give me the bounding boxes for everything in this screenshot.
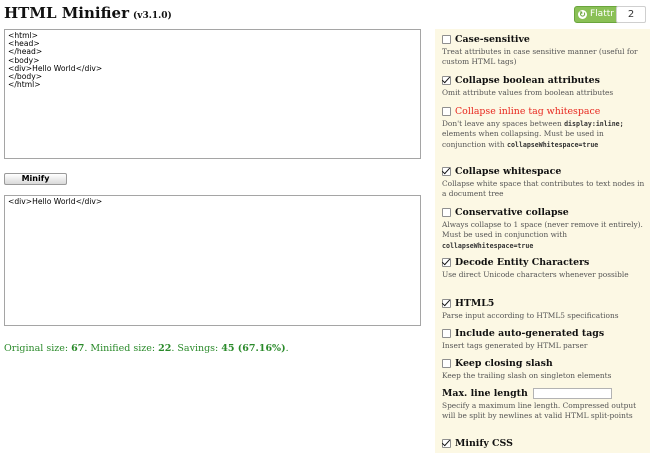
input-textarea[interactable]: <html> <head> </head> <body> <div>Hello … xyxy=(4,29,421,159)
collapse-inline-desc: Don't leave any spaces between display:i… xyxy=(442,119,647,150)
collapse-inline-desc-code-2: collapseWhitespace=true xyxy=(506,140,599,149)
max-line-length-desc: Specify a maximum line length. Compresse… xyxy=(442,401,637,421)
minified-size-value: 22 xyxy=(158,343,172,354)
version-label: (v3.1.0) xyxy=(132,11,172,21)
collapse-whitespace-checkbox[interactable] xyxy=(442,167,451,176)
case-sensitive-desc: Treat attributes in case sensitive manne… xyxy=(442,47,638,67)
option-conservative-collapse: Conservative collapse Always collapse to… xyxy=(442,206,647,251)
page-title: HTML Minifier (v3.1.0) xyxy=(4,4,172,22)
savings-value: 45 (67.16%) xyxy=(221,343,286,354)
option-case-sensitive: Case-sensitive Treat attributes in case … xyxy=(442,33,647,68)
keep-closing-slash-desc: Keep the trailing slash on singleton ele… xyxy=(442,371,612,380)
minify-css-label[interactable]: Minify CSS xyxy=(455,438,513,449)
decode-entities-label[interactable]: Decode Entity Characters xyxy=(455,257,589,268)
conservative-collapse-desc-text: Always collapse to 1 space (never remove… xyxy=(442,220,643,240)
collapse-whitespace-label[interactable]: Collapse whitespace xyxy=(455,166,561,177)
minify-css-checkbox[interactable] xyxy=(442,439,451,448)
option-minify-css: Minify CSS xyxy=(442,437,647,450)
keep-closing-slash-checkbox[interactable] xyxy=(442,359,451,368)
savings-label: . Savings: xyxy=(171,343,222,354)
keep-closing-slash-label[interactable]: Keep closing slash xyxy=(455,358,553,369)
option-decode-entities: Decode Entity Characters Use direct Unic… xyxy=(442,256,647,280)
size-stats: Original size: 67. Minified size: 22. Sa… xyxy=(4,343,289,354)
conservative-collapse-label[interactable]: Conservative collapse xyxy=(455,207,569,218)
flattr-count: 2 xyxy=(616,6,646,23)
include-auto-tags-desc: Insert tags generated by HTML parser xyxy=(442,341,588,350)
case-sensitive-label[interactable]: Case-sensitive xyxy=(455,34,530,45)
html5-checkbox[interactable] xyxy=(442,299,451,308)
option-keep-closing-slash: Keep closing slash Keep the trailing sla… xyxy=(442,357,647,381)
html5-label[interactable]: HTML5 xyxy=(455,298,494,309)
include-auto-tags-label[interactable]: Include auto-generated tags xyxy=(455,328,604,339)
flattr-icon: ↻ xyxy=(578,10,587,19)
option-include-auto-tags: Include auto-generated tags Insert tags … xyxy=(442,327,647,351)
collapse-inline-desc-text-1: Don't leave any spaces between xyxy=(442,119,565,128)
collapse-inline-label[interactable]: Collapse inline tag whitespace xyxy=(455,106,600,117)
conservative-collapse-checkbox[interactable] xyxy=(442,208,451,217)
minify-button[interactable]: Minify xyxy=(4,173,67,185)
flattr-label: Flattr xyxy=(590,9,614,19)
html5-desc: Parse input according to HTML5 specifica… xyxy=(442,311,619,320)
max-line-length-label: Max. line length xyxy=(442,388,528,399)
original-size-label: Original size: xyxy=(4,343,72,354)
collapse-inline-checkbox[interactable] xyxy=(442,107,451,116)
app-title: HTML Minifier xyxy=(4,4,129,22)
collapse-boolean-label[interactable]: Collapse boolean attributes xyxy=(455,75,600,86)
collapse-whitespace-desc: Collapse white space that contributes to… xyxy=(442,179,645,199)
option-max-line-length: Max. line length Specify a maximum line … xyxy=(442,387,647,422)
decode-entities-desc: Use direct Unicode characters whenever p… xyxy=(442,270,629,279)
option-html5: HTML5 Parse input according to HTML5 spe… xyxy=(442,297,647,321)
option-collapse-whitespace: Collapse whitespace Collapse white space… xyxy=(442,165,647,200)
decode-entities-checkbox[interactable] xyxy=(442,258,451,267)
stats-end: . xyxy=(285,343,289,354)
conservative-collapse-desc: Always collapse to 1 space (never remove… xyxy=(442,220,647,251)
include-auto-tags-checkbox[interactable] xyxy=(442,329,451,338)
flattr-button[interactable]: ↻ Flattr xyxy=(574,6,620,23)
original-size-value: 67 xyxy=(71,343,85,354)
minified-size-label: . Minified size: xyxy=(84,343,159,354)
case-sensitive-checkbox[interactable] xyxy=(442,35,451,44)
collapse-inline-desc-code-1: display:inline; xyxy=(564,120,624,128)
output-textarea[interactable]: <div>Hello World</div> xyxy=(4,195,421,326)
conservative-collapse-desc-code: collapseWhitespace=true xyxy=(442,241,534,250)
collapse-boolean-desc: Omit attribute values from boolean attri… xyxy=(442,88,614,97)
option-collapse-boolean: Collapse boolean attributes Omit attribu… xyxy=(442,74,647,98)
option-collapse-inline: Collapse inline tag whitespace Don't lea… xyxy=(442,105,647,150)
collapse-boolean-checkbox[interactable] xyxy=(442,76,451,85)
max-line-length-input[interactable] xyxy=(532,388,612,399)
options-panel: Case-sensitive Treat attributes in case … xyxy=(435,29,650,453)
